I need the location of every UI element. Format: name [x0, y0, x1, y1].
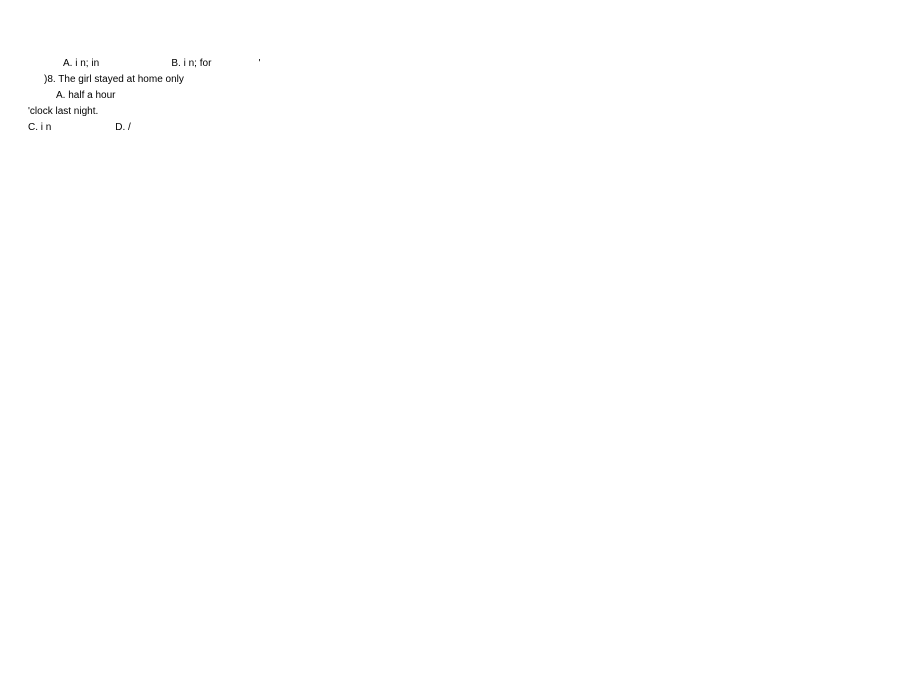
option-b: B. i n; for: [171, 58, 211, 69]
answer-line-cd: C. i n D. /: [0, 120, 920, 136]
answer-line-ab: A. i n; in B. i n; for ': [0, 56, 920, 72]
document-content: A. i n; in B. i n; for ' )8. The girl st…: [0, 56, 920, 136]
apostrophe: ': [259, 58, 261, 69]
option-a: A. i n; in: [63, 58, 99, 69]
option-c: C. i n: [28, 122, 51, 133]
question-8: )8. The girl stayed at home only: [0, 72, 920, 88]
option-a-half-hour: A. half a hour: [0, 88, 920, 104]
clock-fragment: 'clock last night.: [0, 104, 920, 120]
option-d: D. /: [115, 122, 131, 133]
